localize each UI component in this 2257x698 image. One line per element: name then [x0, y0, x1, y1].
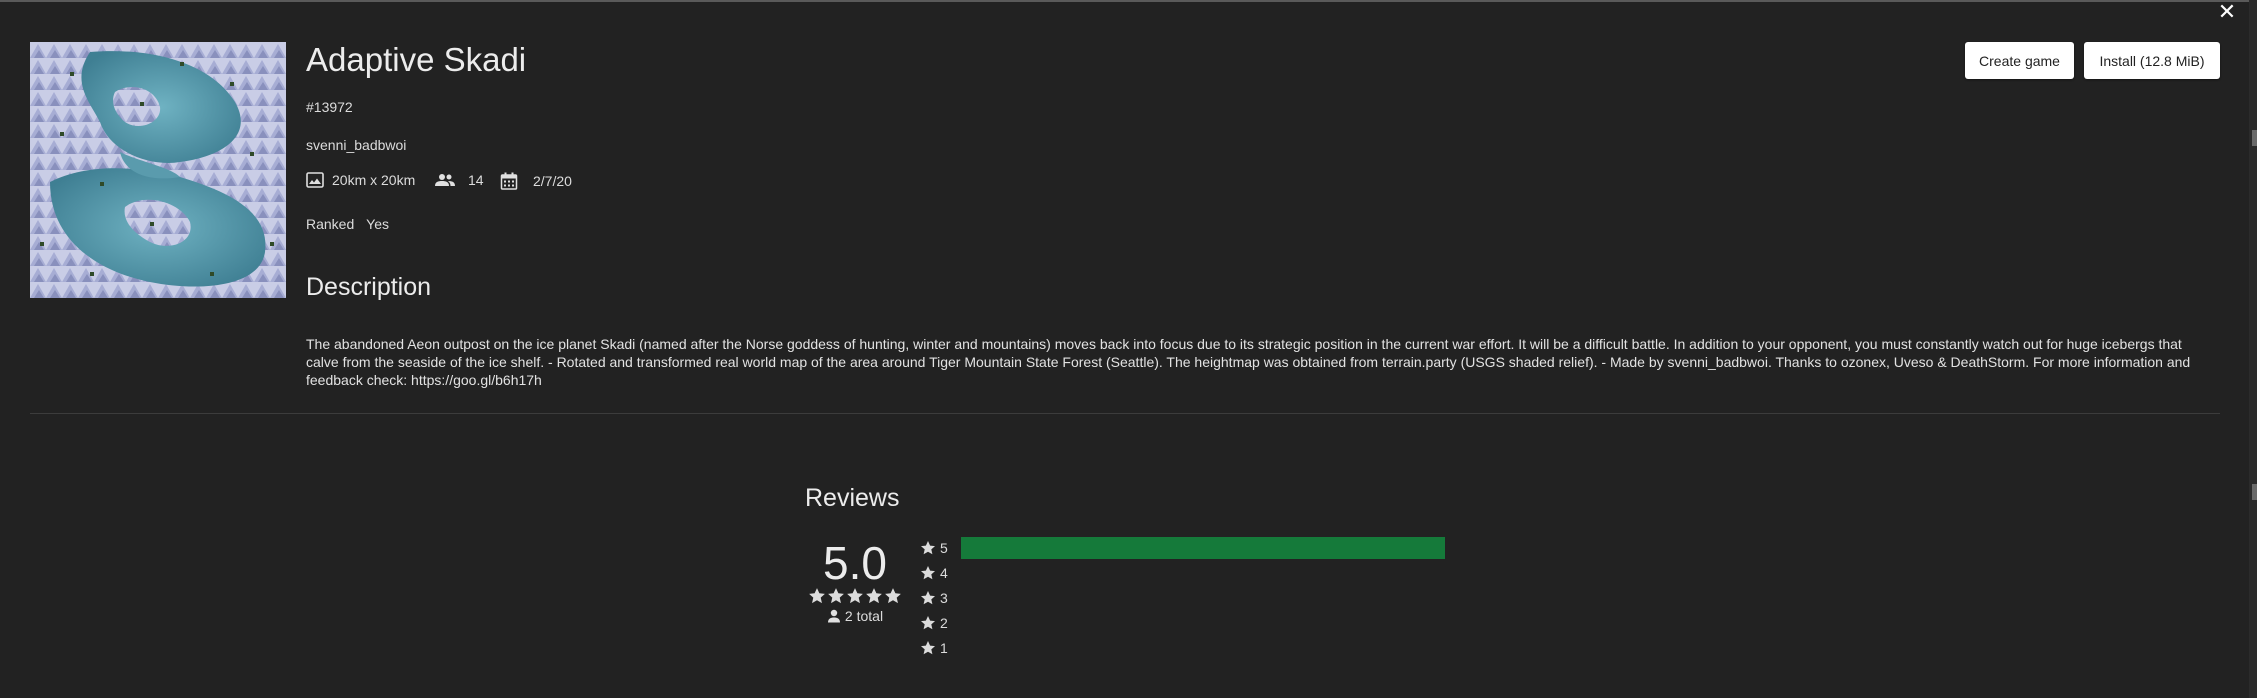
calendar-icon — [500, 172, 518, 190]
rating-label: 3 — [940, 590, 948, 606]
rating-row: 3 — [920, 588, 950, 608]
scroll-marker — [2252, 130, 2257, 146]
map-id: #13972 — [306, 99, 353, 115]
score-stars — [805, 587, 905, 605]
players-icon — [435, 174, 455, 186]
rating-bar — [961, 637, 1445, 659]
rating-label: 1 — [940, 640, 948, 656]
section-divider — [30, 413, 2220, 414]
rating-bar — [961, 537, 1445, 559]
rating-row: 1 — [920, 638, 950, 658]
person-icon — [827, 609, 840, 623]
rating-bar — [961, 587, 1445, 609]
create-game-button[interactable]: Create game — [1965, 42, 2074, 79]
image-size-icon — [306, 172, 324, 188]
map-size-stat: 20km x 20km — [306, 172, 415, 188]
ranked-label: Ranked — [306, 216, 355, 232]
rating-label: 4 — [940, 565, 948, 581]
rating-bar — [961, 562, 1445, 584]
star-icon — [921, 616, 935, 630]
average-score: 5.0 — [823, 537, 887, 589]
map-thumbnail — [30, 42, 286, 298]
rating-row: 2 — [920, 613, 950, 633]
rating-bar-fill — [961, 537, 1445, 559]
star-icon — [921, 591, 935, 605]
map-size: 20km x 20km — [332, 172, 416, 188]
star-icon — [921, 641, 935, 655]
star-icon — [885, 588, 901, 604]
star-icon — [866, 588, 882, 604]
ranked-row: Ranked Yes — [306, 216, 389, 232]
map-thumbnail-image — [30, 42, 286, 298]
rating-row: 4 — [920, 563, 950, 583]
scrollbar[interactable] — [2249, 0, 2257, 698]
star-icon — [847, 588, 863, 604]
star-icon — [809, 588, 825, 604]
reviews-heading: Reviews — [805, 484, 900, 512]
date-stat: 2/7/20 — [500, 172, 572, 190]
rating-label: 2 — [940, 615, 948, 631]
players-count: 14 — [468, 172, 484, 188]
star-icon — [921, 541, 935, 555]
map-title: Adaptive Skadi — [306, 41, 527, 78]
ranked-value: Yes — [366, 216, 389, 232]
rating-bar — [961, 612, 1445, 634]
window-top-border — [0, 0, 2257, 2]
total-reviews: 2 total — [805, 608, 905, 624]
description-heading: Description — [306, 273, 432, 301]
scroll-marker — [2252, 484, 2257, 500]
description-text: The abandoned Aeon outpost on the ice pl… — [306, 336, 2191, 388]
rating-row: 5 — [920, 538, 950, 558]
star-icon — [828, 588, 844, 604]
players-stat: 14 — [434, 172, 484, 188]
map-date: 2/7/20 — [533, 173, 572, 189]
map-author[interactable]: svenni_badbwoi — [306, 137, 406, 153]
close-button[interactable]: ✕ — [2216, 1, 2238, 23]
rating-label: 5 — [940, 540, 948, 556]
star-icon — [921, 566, 935, 580]
total-count: 2 total — [844, 608, 884, 624]
install-button[interactable]: Install (12.8 MiB) — [2084, 42, 2220, 79]
